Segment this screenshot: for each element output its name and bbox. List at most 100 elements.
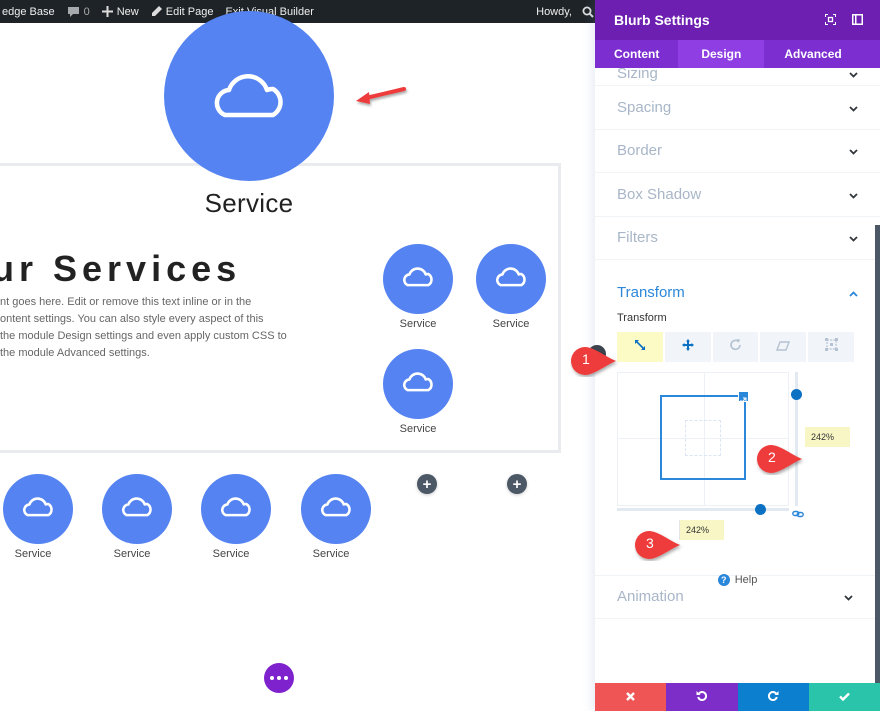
panel-body: Sizing Spacing Border Box Shadow Filters… [595,68,880,683]
blurb-title: Service [113,548,151,560]
toggle-label: Box Shadow [617,185,702,203]
toggle-label: Spacing [617,98,672,116]
blurb-module[interactable]: Service [475,244,547,330]
howdy-label[interactable]: Howdy, [536,6,572,18]
toggle-box-shadow[interactable]: Box Shadow [595,173,880,217]
blurb-module[interactable]: Service [2,474,74,560]
toggle-label: Filters [617,229,658,247]
panel-header[interactable]: Blurb Settings [595,0,880,40]
chevron-down-icon [844,588,853,605]
panel-scrollbar[interactable] [875,225,880,683]
featured-blurb-icon-circle[interactable] [164,11,334,181]
blurb-title: Service [212,548,250,560]
blurb-title: Service [312,548,350,560]
transform-tab-origin[interactable] [808,332,854,362]
help-link[interactable]: ? Help [595,574,880,586]
transform-subtabs [617,332,854,362]
admin-bar-knowledge-base[interactable]: edge Base [0,6,61,18]
dot [277,676,281,680]
transform-tab-skew[interactable] [760,332,807,362]
more-options-button[interactable] [264,663,294,693]
blurb-module[interactable]: Service [382,244,454,330]
comment-count: 0 [83,5,90,18]
blurb-title: Service [492,318,530,330]
toggle-label: Animation [617,588,684,606]
panel-title: Blurb Settings [614,12,710,28]
move-icon [681,338,694,356]
admin-bar-edit-page[interactable]: Edit Page [145,6,220,18]
blurb-module[interactable]: Service [382,349,454,435]
cloud-icon [493,266,529,292]
transform-tab-rotate[interactable] [712,332,759,362]
sidebar-toggle-icon[interactable] [852,12,863,28]
chevron-down-icon [849,99,858,116]
scale-icon [634,338,646,356]
blurb-icon-circle [301,474,371,544]
cloud-icon [218,496,254,522]
toggle-sizing[interactable]: Sizing [595,68,880,86]
toggle-label: Sizing [617,68,658,82]
link-icon[interactable] [792,505,804,523]
admin-bar-new[interactable]: New [96,6,145,18]
toggle-spacing[interactable]: Spacing [595,86,880,130]
blurb-icon-circle [102,474,172,544]
resize-handle[interactable] [738,391,749,404]
panel-footer [595,683,880,711]
scale-x-input[interactable]: 242% [679,520,724,540]
admin-bar-comments[interactable]: 0 [61,6,96,18]
toggle-label: Transform [617,283,685,301]
body-text-line: nt goes here. Edit or remove this text i… [0,296,252,308]
add-module-button[interactable]: + [417,474,437,494]
admin-bar-site-label: edge Base [2,5,55,18]
undo-icon [696,688,708,706]
pencil-icon [151,6,162,17]
tab-design[interactable]: Design [678,40,765,68]
scale-y-slider-handle[interactable] [791,389,802,400]
redo-button[interactable] [737,683,809,711]
callout-marker-2: 2 [756,443,806,475]
add-module-button[interactable]: + [507,474,527,494]
tab-content[interactable]: Content [595,40,678,68]
callout-marker-3: 3 [634,529,684,561]
discard-button[interactable] [595,683,667,711]
cloud-icon [20,496,56,522]
panel-tabs: Content Design Advanced [595,40,880,68]
dot [284,676,288,680]
skew-icon [776,338,791,356]
undo-button[interactable] [666,683,738,711]
toggle-border[interactable]: Border [595,130,880,173]
blurb-icon-circle [383,349,453,419]
wp-admin-bar: edge Base 0 New Edit Page Exit Visual Bu… [0,0,600,23]
transform-tab-scale[interactable] [617,332,663,362]
comment-icon [67,6,80,18]
body-text-line: the module Advanced settings. [0,347,150,359]
body-text-line: ontent settings. You can also style ever… [0,313,264,325]
toggle-label: Border [617,142,663,160]
blurb-module[interactable]: Service [101,474,173,560]
save-button[interactable] [808,683,880,711]
toggle-transform[interactable]: Transform [595,260,880,314]
close-icon [626,688,635,706]
callout-number: 2 [768,449,776,465]
chevron-down-icon [849,186,858,203]
callout-number: 3 [646,535,654,551]
blurb-icon-circle [201,474,271,544]
search-icon[interactable] [582,6,594,18]
tab-advanced[interactable]: Advanced [764,40,861,68]
services-body-text[interactable]: nt goes here. Edit or remove this text i… [0,294,290,362]
services-heading[interactable]: ur Services [0,248,241,290]
edit-page-label: Edit Page [165,5,214,18]
blurb-module[interactable]: Service [300,474,372,560]
toggle-filters[interactable]: Filters [595,217,880,260]
scale-x-slider-handle[interactable] [755,504,766,515]
check-icon [839,688,850,706]
callout-marker-1: 1 [570,345,620,377]
blurb-module[interactable]: Service [200,474,272,560]
help-label: Help [734,574,758,586]
cloud-icon [119,496,155,522]
fullscreen-icon[interactable] [825,12,836,28]
transform-tab-translate[interactable] [664,332,711,362]
dot [270,676,274,680]
scale-y-input[interactable]: 242% [805,427,850,447]
featured-blurb-title[interactable]: Service [164,188,334,219]
